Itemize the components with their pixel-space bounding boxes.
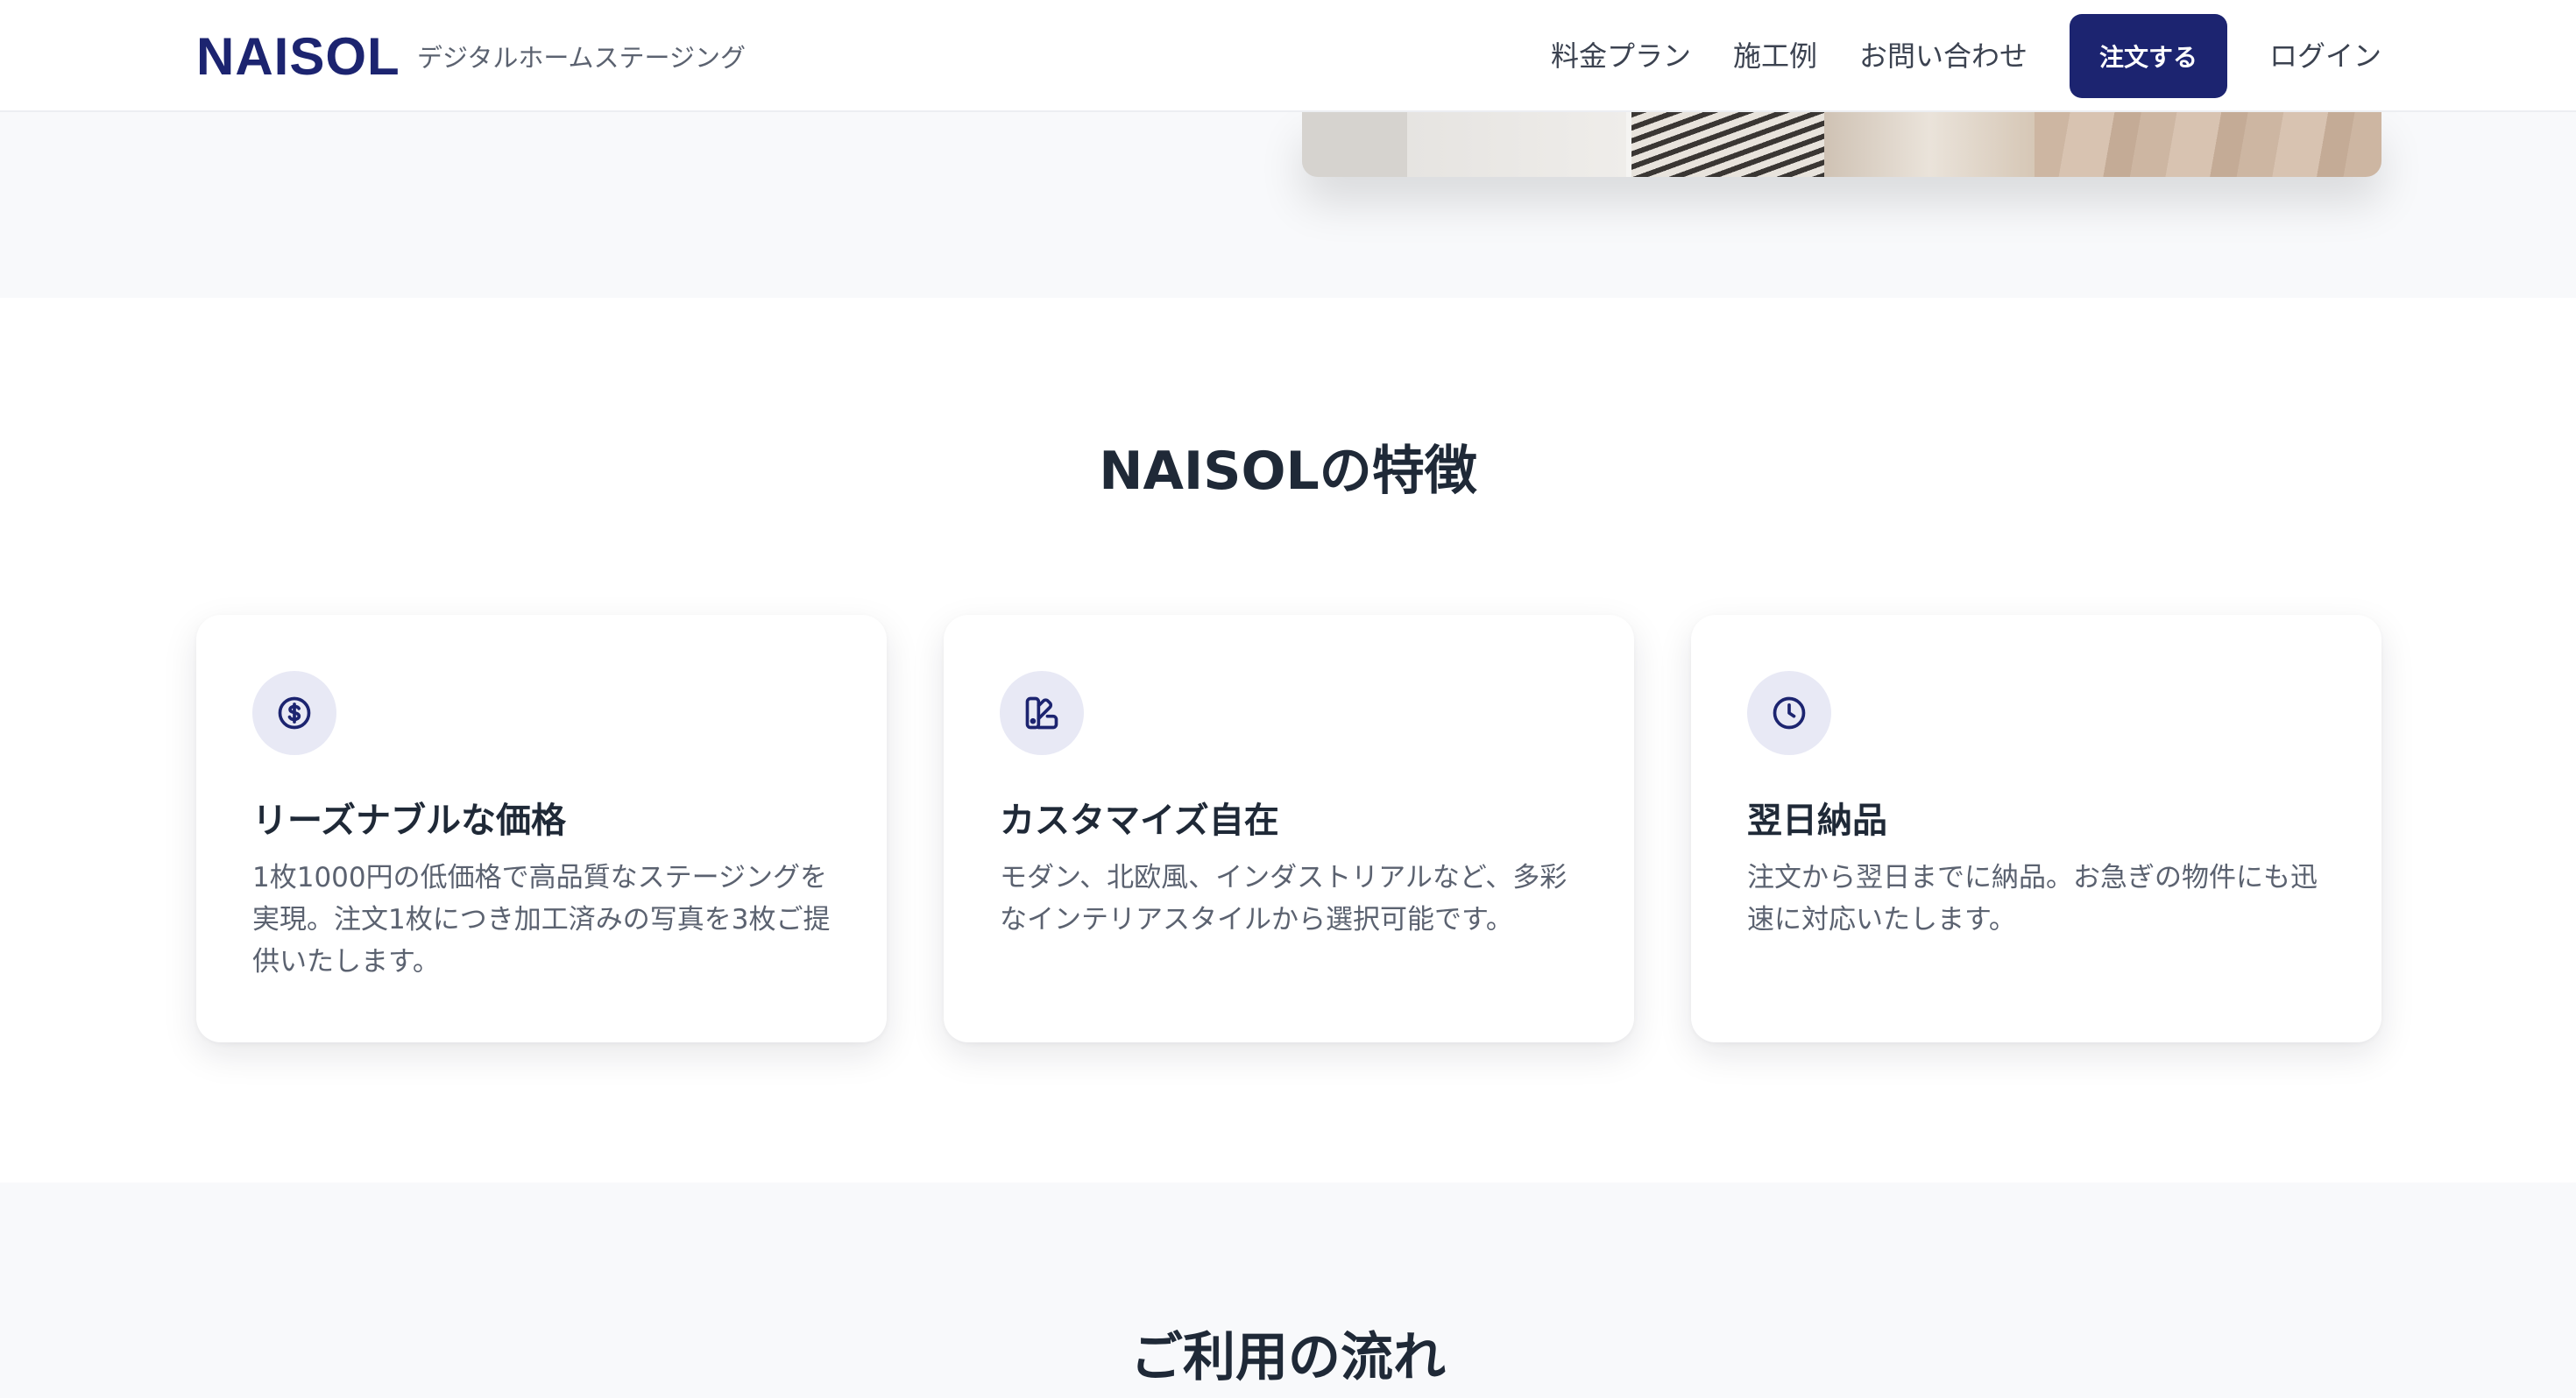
hero-image — [1302, 112, 2381, 177]
order-button[interactable]: 注文する — [2069, 14, 2227, 98]
feature-card-price: リーズナブルな価格 1枚1000円の低価格で高品質なステージングを実現。注文1枚… — [196, 615, 887, 1042]
nav-link-pricing[interactable]: 料金プラン — [1551, 39, 1691, 74]
feature-card-desc: 1枚1000円の低価格で高品質なステージングを実現。注文1枚につき加工済みの写真… — [252, 862, 831, 978]
logo[interactable]: NAISOL — [196, 26, 400, 88]
site-header: NAISOL デジタルホームステージング 料金プラン 施工例 お問い合わせ 注文… — [0, 0, 2576, 112]
feature-card-delivery: 翌日納品 注文から翌日までに納品。お急ぎの物件にも迅速に対応いたします。 — [1691, 615, 2381, 1042]
clock-icon — [1747, 671, 1831, 755]
feature-card-title: 翌日納品 — [1747, 801, 1887, 841]
feature-card-title: リーズナブルな価格 — [252, 801, 566, 841]
feature-card-desc: 注文から翌日までに納品。お急ぎの物件にも迅速に対応いたします。 — [1747, 862, 2318, 936]
features-title: NAISOLの特徴 — [1099, 441, 1477, 502]
tagline: デジタルホームステージング — [417, 43, 746, 73]
dollar-circle-icon — [252, 671, 336, 755]
feature-card-desc: モダン、北欧風、インダストリアルなど、多彩なインテリアスタイルから選択可能です。 — [1000, 862, 1568, 936]
page: NAISOL デジタルホームステージング 料金プラン 施工例 お問い合わせ 注文… — [0, 0, 2576, 1398]
main-nav: 料金プラン 施工例 お問い合わせ 注文する ログイン — [1551, 14, 2381, 98]
login-link[interactable]: ログイン — [2269, 39, 2381, 74]
feature-card-title: カスタマイズ自在 — [1000, 801, 1279, 841]
feature-card-customize: カスタマイズ自在 モダン、北欧風、インダストリアルなど、多彩なインテリアスタイル… — [944, 615, 1634, 1042]
nav-link-examples[interactable]: 施工例 — [1733, 39, 1817, 74]
nav-link-contact[interactable]: お問い合わせ — [1859, 39, 2028, 74]
flow-title: ご利用の流れ — [1130, 1327, 1446, 1388]
palette-icon — [1000, 671, 1084, 755]
